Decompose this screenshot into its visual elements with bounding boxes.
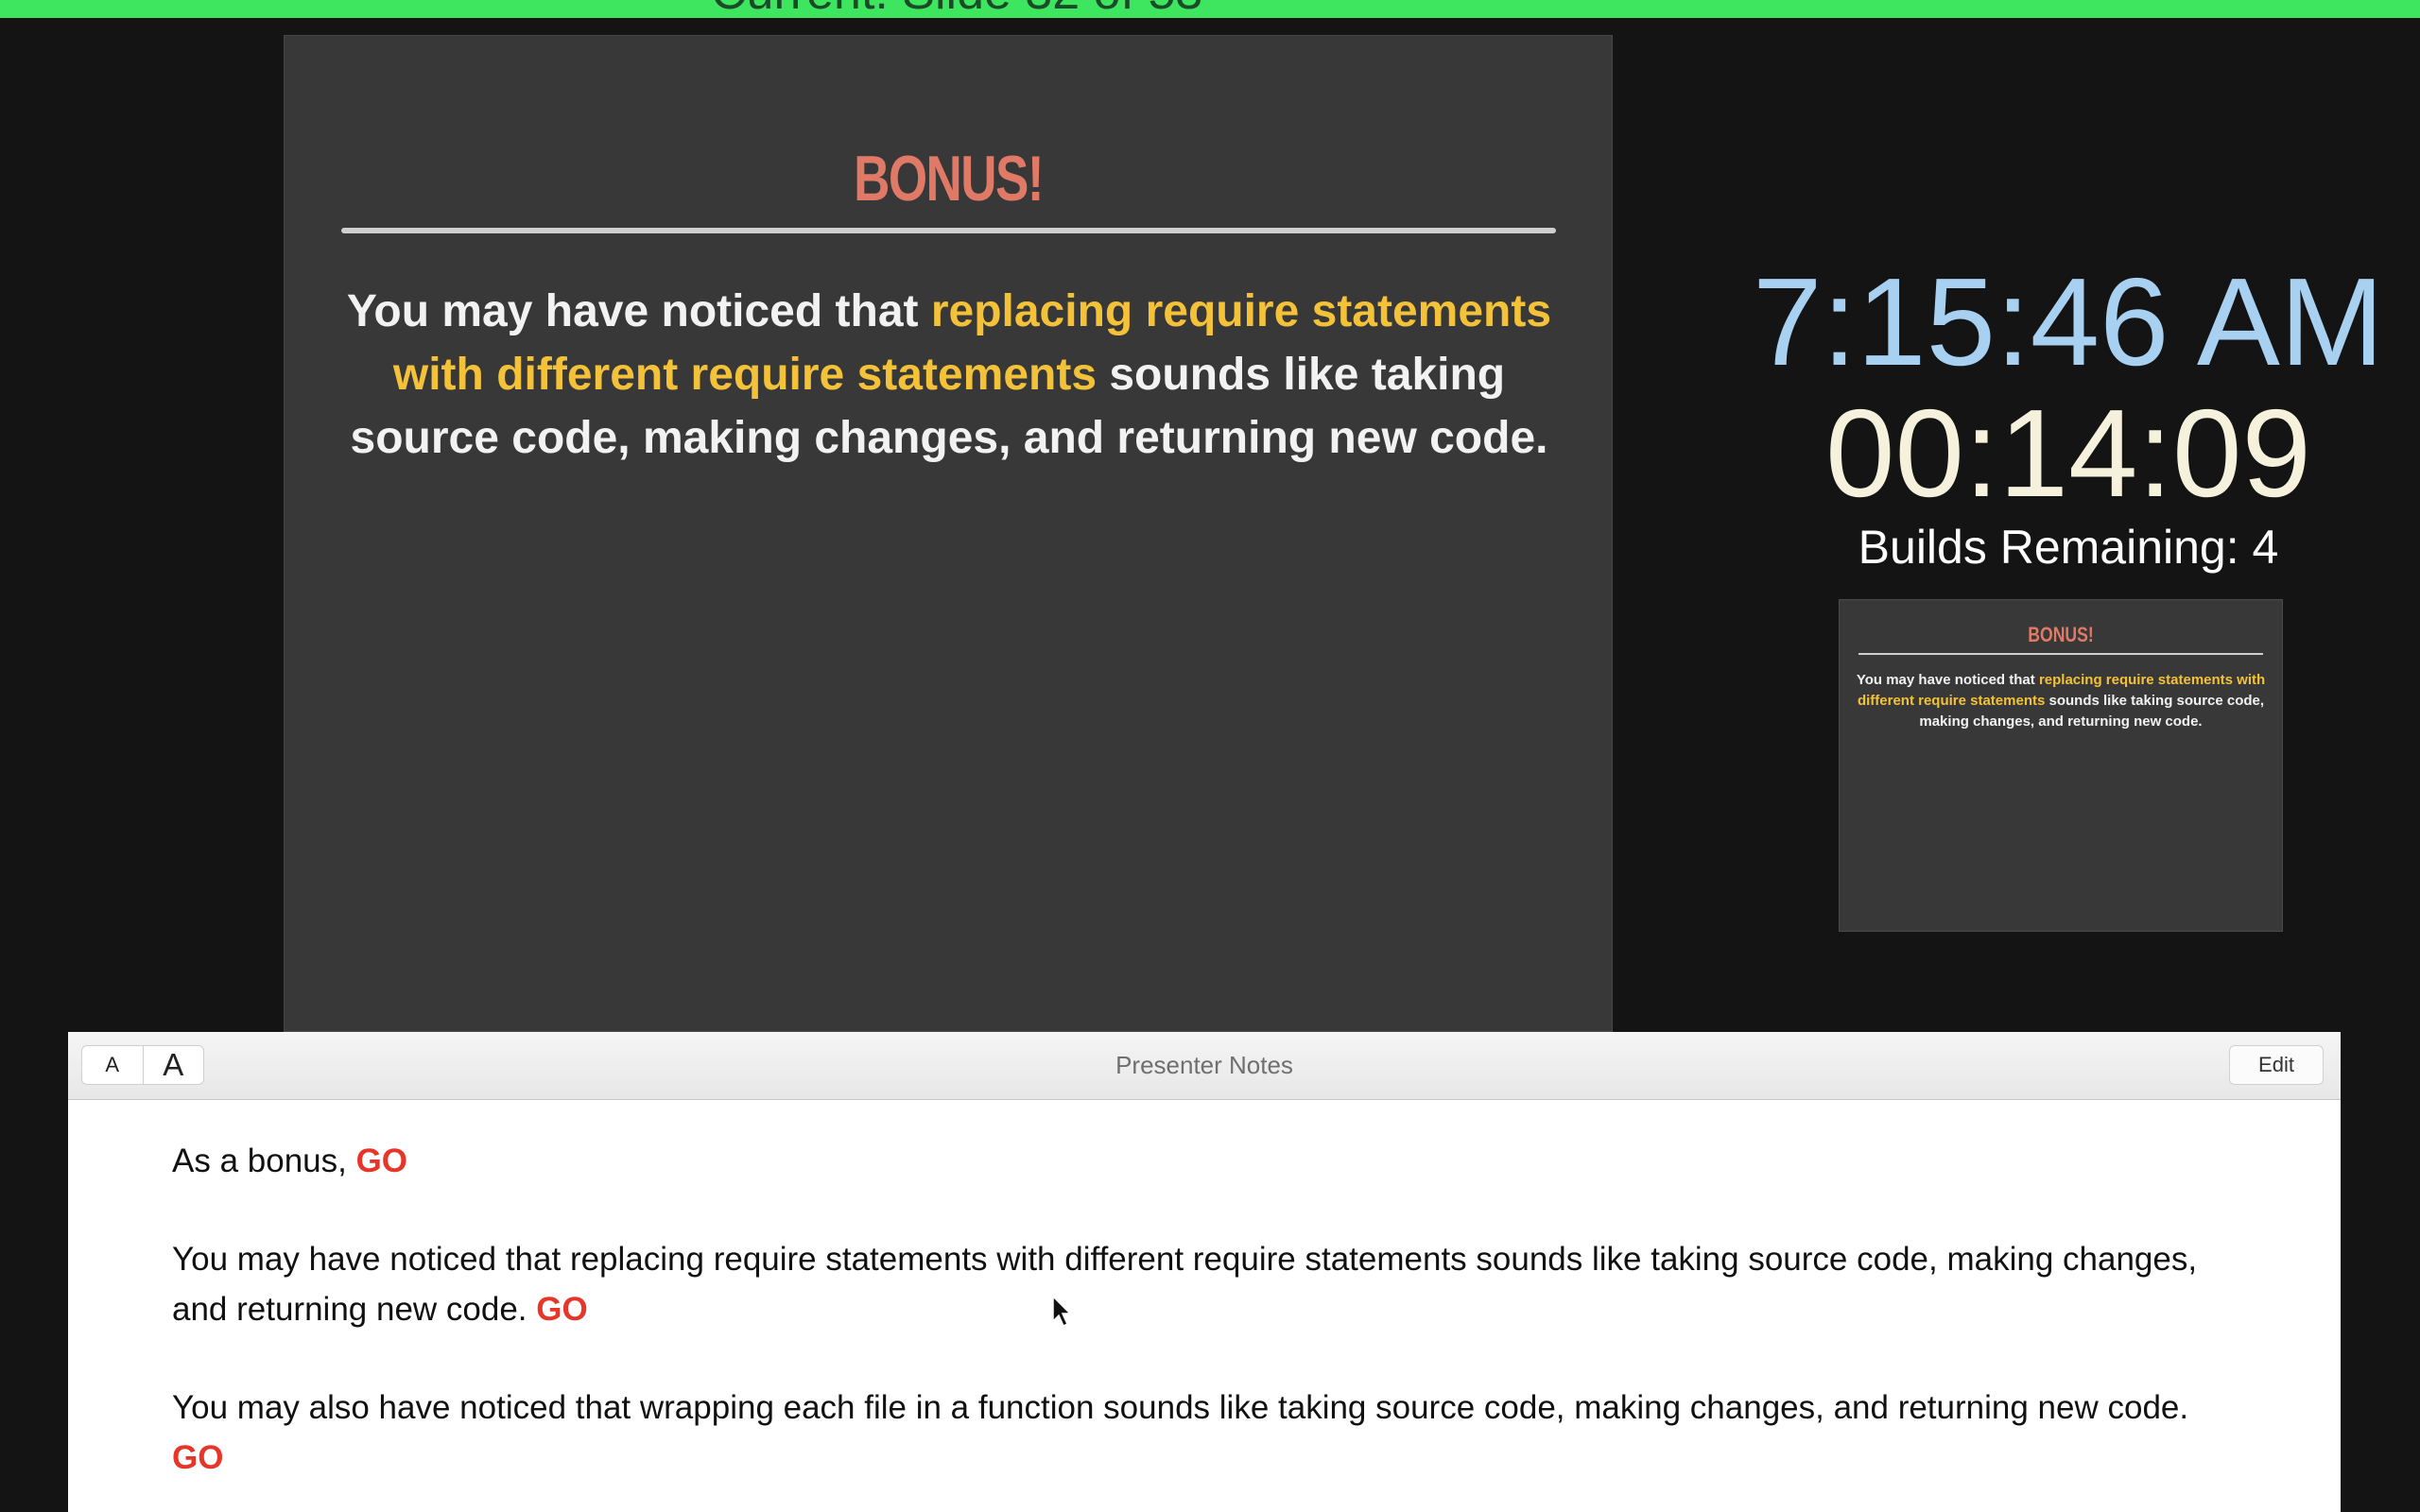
slide-body: You may have noticed that replacing requ…	[332, 280, 1566, 470]
next-slide-body: You may have noticed that replacing requ…	[1855, 670, 2267, 732]
slide-body-lead: You may have noticed that	[346, 286, 931, 336]
presenter-status-bar: Current: Slide 32 of 53	[0, 0, 2420, 18]
presenter-notes-panel: A A Presenter Notes Edit As a bonus, GO …	[68, 1032, 2341, 1512]
notes-paragraph: You may also have noticed that wrapping …	[172, 1383, 2242, 1483]
slide-divider	[341, 228, 1556, 233]
builds-remaining: Builds Remaining: 4	[1858, 521, 2279, 574]
notes-paragraph: As a bonus, GO	[172, 1136, 2242, 1186]
current-slide-label: Current: Slide 32 of 53	[711, 0, 1202, 18]
go-marker: GO	[355, 1143, 408, 1179]
edit-notes-button[interactable]: Edit	[2229, 1045, 2324, 1085]
notes-toolbar: A A Presenter Notes Edit	[68, 1032, 2341, 1100]
next-slide-title: BONUS!	[2028, 623, 2094, 646]
notes-paragraph-text: You may also have noticed that wrapping …	[172, 1389, 2189, 1426]
go-marker: GO	[536, 1291, 588, 1328]
notes-text[interactable]: As a bonus, GO You may have noticed that…	[172, 1136, 2242, 1512]
slide-title: BONUS!	[854, 143, 1044, 215]
notes-title: Presenter Notes	[1115, 1051, 1293, 1079]
next-slide-preview: BONUS! You may have noticed that replaci…	[1839, 599, 2283, 932]
current-slide: BONUS! You may have noticed that replaci…	[284, 35, 1613, 1032]
clock: 7:15:46 AM	[1753, 252, 2384, 391]
notes-paragraph-text: You may have noticed that replacing requ…	[172, 1241, 2198, 1328]
next-slide-body-lead: You may have noticed that	[1856, 672, 2039, 688]
go-marker: GO	[172, 1439, 224, 1476]
elapsed-timer[interactable]: 00:14:09	[1737, 383, 2399, 524]
notes-paragraph: You may have noticed that replacing requ…	[172, 1234, 2242, 1334]
notes-paragraph-text: As a bonus,	[172, 1143, 356, 1179]
next-slide-divider	[1858, 653, 2263, 655]
